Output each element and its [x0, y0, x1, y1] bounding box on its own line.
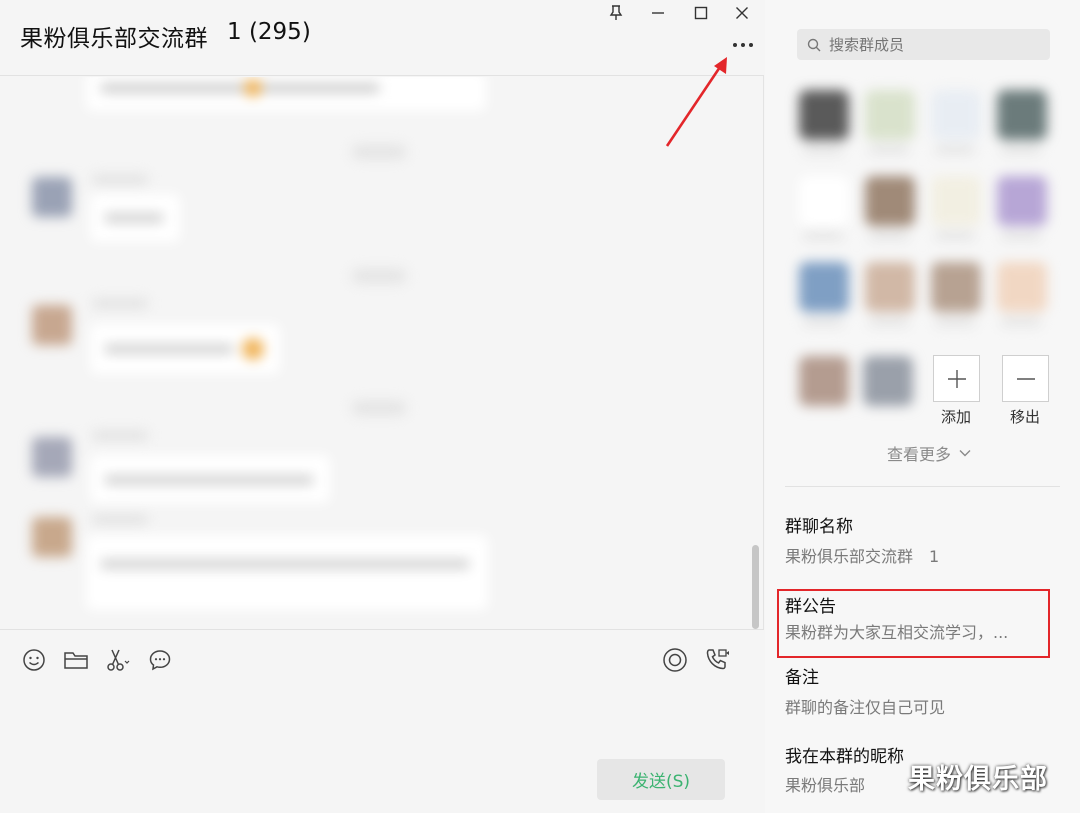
more-options-button[interactable]: [728, 34, 758, 56]
chevron-down-icon: [959, 450, 971, 457]
wechat-group-window: 果粉俱乐部交流群 1 (295) 发送(S) 搜索群成员 添加 移出 查看更多 …: [0, 0, 1080, 813]
chat-pane: 果粉俱乐部交流群 1 (295) 发送(S): [0, 0, 764, 813]
my-nickname-label: 我在本群的昵称: [785, 747, 904, 767]
maximize-icon[interactable]: [688, 2, 714, 24]
member-row-last: [795, 350, 913, 430]
scissors-icon[interactable]: [104, 646, 132, 674]
live-icon[interactable]: [661, 646, 689, 674]
emoji-icon[interactable]: [20, 646, 48, 674]
member-avatar[interactable]: [799, 262, 849, 312]
pin-icon[interactable]: [603, 2, 629, 24]
group-title: 果粉俱乐部交流群: [20, 26, 208, 52]
member-avatar[interactable]: [931, 90, 981, 140]
member-search[interactable]: [797, 29, 1050, 60]
member-avatar[interactable]: [799, 90, 849, 140]
minimize-icon[interactable]: [645, 2, 671, 24]
minus-icon: [1016, 377, 1035, 380]
watermark: 果粉俱乐部: [908, 764, 1048, 795]
group-notice-value: 果粉群为大家互相交流学习，...: [785, 623, 1009, 642]
divider: [785, 486, 1060, 487]
plus-icon: [947, 369, 966, 388]
group-name-label: 群聊名称: [785, 517, 853, 537]
member-avatar[interactable]: [997, 90, 1047, 140]
chat-header: 果粉俱乐部交流群 1 (295): [0, 0, 764, 76]
member-search-input[interactable]: [829, 35, 1049, 54]
member-avatar[interactable]: [799, 176, 849, 226]
group-notice-label: 群公告: [785, 597, 836, 617]
send-button[interactable]: 发送(S): [597, 759, 725, 800]
chat-scrollbar[interactable]: [752, 545, 759, 629]
remark-label: 备注: [785, 668, 819, 688]
group-name-value: 果粉俱乐部交流群 1: [785, 547, 940, 566]
folder-icon[interactable]: [62, 646, 90, 674]
member-avatar[interactable]: [799, 356, 849, 406]
member-avatar[interactable]: [865, 90, 915, 140]
remove-member-button[interactable]: [1002, 355, 1049, 402]
remove-member-label: 移出: [1009, 408, 1040, 426]
close-icon[interactable]: [729, 2, 755, 24]
member-avatar[interactable]: [863, 356, 913, 406]
member-avatar[interactable]: [997, 262, 1047, 312]
member-avatar[interactable]: [997, 176, 1047, 226]
my-nickname-value: 果粉俱乐部: [785, 776, 866, 795]
add-member-label: 添加: [940, 408, 971, 426]
message-list: [0, 77, 752, 629]
call-icon[interactable]: [703, 646, 731, 674]
member-count: 1 (295): [227, 19, 311, 45]
chat-history-icon[interactable]: [146, 646, 174, 674]
member-avatar[interactable]: [931, 262, 981, 312]
blurred-messages: [0, 77, 752, 629]
member-avatar[interactable]: [865, 262, 915, 312]
member-avatar[interactable]: [931, 176, 981, 226]
group-info-panel: 添加 移出 查看更多 群聊名称 果粉俱乐部交流群 1 群公告 果粉群为大家互相交…: [765, 0, 1080, 813]
search-icon: [807, 38, 821, 51]
remark-value: 群聊的备注仅自己可见: [785, 698, 946, 717]
member-avatar[interactable]: [865, 176, 915, 226]
add-member-button[interactable]: [933, 355, 980, 402]
message-composer: 发送(S): [0, 629, 764, 813]
member-grid: [789, 80, 1049, 342]
see-more-label: 查看更多: [887, 445, 952, 464]
see-more-button[interactable]: 查看更多: [887, 441, 971, 465]
